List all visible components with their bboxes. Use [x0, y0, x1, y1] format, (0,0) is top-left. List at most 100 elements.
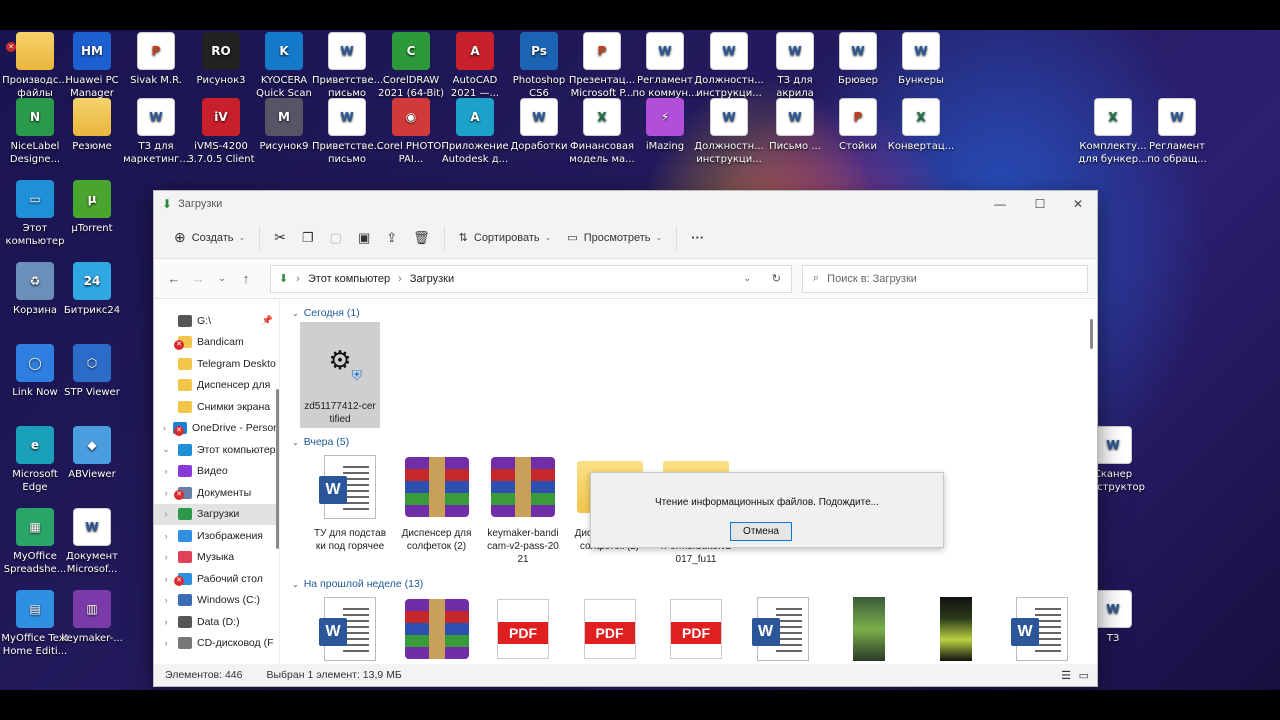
cut-button[interactable]: ✂: [266, 223, 294, 253]
back-arrow-icon[interactable]: ←: [162, 271, 186, 286]
desktop-icon[interactable]: ⬡ STP Viewer: [57, 344, 127, 399]
nav-item[interactable]: Telegram Deskto: [154, 353, 279, 375]
view-button[interactable]: ▭ Просмотреть ⌄: [559, 223, 670, 253]
nav-item[interactable]: › Музыка: [154, 547, 279, 569]
desktop-icon[interactable]: ⚡ iMazing: [630, 98, 700, 153]
up-arrow-icon[interactable]: ↑: [234, 271, 258, 286]
file-list[interactable]: ⌄ Сегодня (1) ⌄ Вчера (5) ⌄ На прошлой неде…: [280, 299, 1097, 664]
chevron-icon[interactable]: ›: [160, 638, 172, 648]
desktop-icon[interactable]: W Бункеры: [886, 32, 956, 87]
desktop-icon[interactable]: A Приложение Autodesk д...: [440, 98, 510, 166]
desktop-icon[interactable]: W Регламент по обращ...: [1142, 98, 1212, 166]
chevron-icon[interactable]: ›: [160, 617, 172, 627]
desktop-icon[interactable]: ◆ ABViewer: [57, 426, 127, 481]
share-button[interactable]: ⇪: [378, 223, 405, 253]
desktop-icon[interactable]: W Должностн... инструкци...: [694, 32, 764, 100]
nav-item[interactable]: › Видео: [154, 461, 279, 483]
chevron-icon[interactable]: ›: [160, 423, 169, 433]
nav-item[interactable]: › Загрузки: [154, 503, 279, 525]
file-item[interactable]: [916, 591, 996, 664]
nav-item[interactable]: › CD-дисковод (F: [154, 633, 279, 655]
nav-item[interactable]: › OneDrive - Person ✕: [154, 418, 279, 440]
desktop-icon[interactable]: ▥ keymaker-...: [57, 590, 127, 645]
file-item[interactable]: W: [1002, 591, 1082, 664]
desktop-icon[interactable]: RO Рисунок3: [186, 32, 256, 87]
chevron-icon[interactable]: ›: [160, 531, 172, 541]
address-dropdown-icon[interactable]: ⌄: [743, 273, 751, 284]
file-item[interactable]: keymaker-bandicam-v2-pass-2021: [483, 449, 563, 568]
desktop-icon[interactable]: P Презентац... Microsoft P...: [567, 32, 637, 100]
desktop-icon[interactable]: 24 Битрикс24: [57, 262, 127, 317]
nav-item[interactable]: Диспенсер для: [154, 375, 279, 397]
desktop-icon[interactable]: W Доработки: [504, 98, 574, 153]
group-yesterday[interactable]: ⌄ Вчера (5): [292, 436, 349, 448]
desktop-icon[interactable]: C CorelDRAW 2021 (64-Bit): [376, 32, 446, 100]
address-bar[interactable]: ⬇ › Этот компьютер › Загрузки ⌄ ↻: [270, 264, 792, 293]
file-item[interactable]: W: [310, 591, 390, 664]
nav-item[interactable]: › Data (D:): [154, 611, 279, 633]
desktop-icon[interactable]: W Приветстве... письмо: [312, 98, 382, 166]
desktop-icon[interactable]: ◉ Corel PHOTO-PAI...: [376, 98, 446, 166]
desktop-icon[interactable]: M Рисунок9: [249, 98, 319, 153]
chevron-icon[interactable]: ⌄: [160, 444, 172, 455]
nav-scrollbar[interactable]: [276, 389, 279, 549]
desktop-icon[interactable]: W Брювер: [823, 32, 893, 87]
nav-item[interactable]: ⌄ Этот компьютер: [154, 439, 279, 461]
copy-button[interactable]: ❐: [294, 223, 322, 253]
breadcrumb-this-pc[interactable]: Этот компьютер: [308, 273, 390, 285]
desktop-icon[interactable]: W Должностн... инструкци...: [694, 98, 764, 166]
refresh-icon[interactable]: ↻: [772, 272, 781, 285]
nav-item[interactable]: › Документы ✕: [154, 482, 279, 504]
desktop-icon[interactable]: Резюме: [57, 98, 127, 153]
chevron-icon[interactable]: ›: [160, 509, 172, 519]
file-item[interactable]: PDF: [656, 591, 736, 664]
recent-chevron-icon[interactable]: ⌄: [210, 273, 234, 284]
file-item[interactable]: W ТУ для подставки под горячее: [310, 449, 390, 555]
desktop-icon[interactable]: P Стойки: [823, 98, 893, 153]
paste-button[interactable]: ▢: [322, 223, 350, 253]
title-bar[interactable]: ⬇ Загрузки: [154, 191, 1097, 217]
desktop-icon[interactable]: W ТЗ для маркетинг...: [121, 98, 191, 166]
file-item[interactable]: PDF: [570, 591, 650, 664]
maximize-button[interactable]: ☐: [1020, 191, 1060, 217]
desktop-icon[interactable]: W ТЗ для акрила: [760, 32, 830, 100]
chevron-icon[interactable]: ›: [160, 466, 172, 476]
more-button[interactable]: ···: [683, 223, 712, 253]
nav-item[interactable]: G:\ 📌: [154, 310, 279, 332]
nav-item[interactable]: › Рабочий стол ✕: [154, 568, 279, 590]
close-button[interactable]: ✕: [1058, 191, 1098, 217]
chevron-icon[interactable]: ›: [160, 574, 172, 584]
desktop-icon[interactable]: iV iVMS-4200 3.7.0.5 Client: [186, 98, 256, 166]
desktop-icon[interactable]: A AutoCAD 2021 —...: [440, 32, 510, 100]
sort-button[interactable]: ⇅ Сортировать ⌄: [451, 223, 560, 253]
desktop-icon[interactable]: µ µTorrent: [57, 180, 127, 235]
cancel-button[interactable]: Отмена: [730, 522, 792, 541]
tiles-view-icon[interactable]: ▭: [1079, 669, 1089, 682]
desktop-icon[interactable]: X Комплекту... для бункер...: [1078, 98, 1148, 166]
desktop-icon[interactable]: K KYOCERA Quick Scan: [249, 32, 319, 100]
chevron-icon[interactable]: ›: [160, 552, 172, 562]
desktop-icon[interactable]: W Письмо ...: [760, 98, 830, 153]
group-today[interactable]: ⌄ Сегодня (1): [292, 307, 360, 319]
file-item[interactable]: ⚙ ⛨ zd51177412-certified: [300, 322, 380, 428]
navigation-pane[interactable]: G:\ 📌 Bandicam ✕ Telegram Deskto Диспенсер дл…: [154, 299, 280, 664]
desktop-icon[interactable]: W Регламент по коммун...: [630, 32, 700, 100]
desktop-icon[interactable]: W Документ Microsof...: [57, 508, 127, 576]
desktop-icon[interactable]: X Конвертац...: [886, 98, 956, 153]
breadcrumb-downloads[interactable]: Загрузки: [410, 273, 454, 285]
desktop-icon[interactable]: HM Huawei PC Manager: [57, 32, 127, 100]
search-box[interactable]: ⌕ Поиск в: Загрузки: [802, 264, 1088, 293]
file-item[interactable]: [829, 591, 909, 664]
rename-button[interactable]: ▣: [350, 223, 378, 253]
file-explorer-window[interactable]: ⬇ Загрузки — ☐ ✕ ⊕ Создать ⌄ ✂ ❐ ▢ ▣ ⇪ 🗑…: [153, 190, 1098, 687]
create-button[interactable]: ⊕ Создать ⌄: [166, 223, 253, 253]
nav-item[interactable]: Снимки экрана: [154, 396, 279, 418]
chevron-icon[interactable]: ›: [160, 488, 172, 498]
file-item[interactable]: [397, 591, 477, 664]
nav-item[interactable]: › Изображения: [154, 525, 279, 547]
nav-item[interactable]: › Windows (C:): [154, 590, 279, 612]
file-item[interactable]: PDF: [483, 591, 563, 664]
desktop-icon[interactable]: X Финансовая модель ма...: [567, 98, 637, 166]
desktop-icon[interactable]: P Sivak M.R.: [121, 32, 191, 87]
minimize-button[interactable]: —: [980, 191, 1020, 217]
